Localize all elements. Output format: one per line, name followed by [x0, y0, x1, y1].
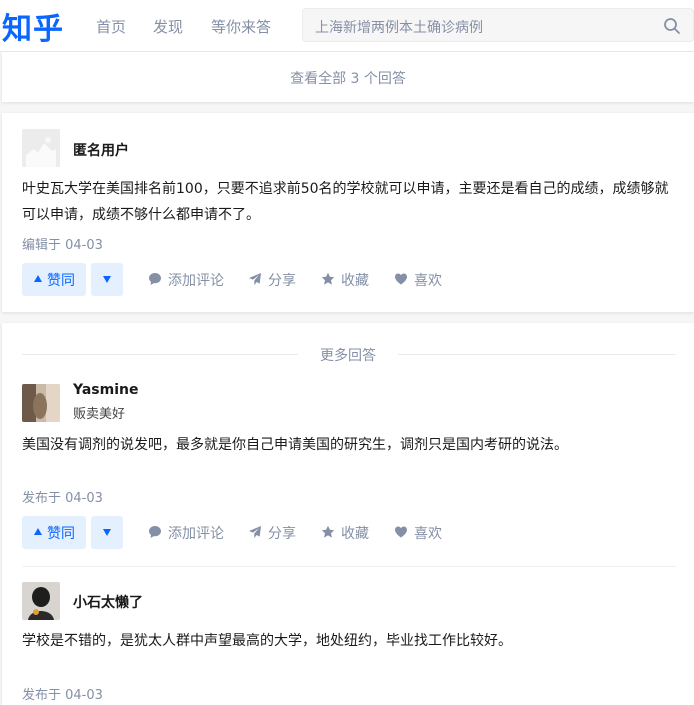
downvote-button[interactable]	[91, 263, 123, 296]
nav-discover[interactable]: 发现	[153, 16, 183, 37]
avatar[interactable]	[22, 582, 60, 620]
upvote-label: 赞同	[47, 273, 75, 289]
downvote-button[interactable]	[91, 516, 123, 549]
favorite-label: 收藏	[341, 273, 369, 289]
answer-card: 匿名用户 叶史瓦大学在美国排名前100，只要不追求前50名的学校就可以申请，主要…	[2, 113, 694, 312]
search-placeholder: 上海新增两例本土确诊病例	[315, 20, 483, 36]
search-input[interactable]: 上海新增两例本土确诊病例	[302, 8, 694, 42]
answer-date[interactable]: 发布于 04-03	[22, 487, 103, 506]
caret-up-icon	[34, 528, 42, 535]
zhihu-logo[interactable]: 知乎	[2, 4, 64, 48]
share-icon	[249, 526, 261, 538]
comment-label: 添加评论	[168, 526, 224, 542]
star-icon	[321, 272, 335, 285]
comment-icon	[149, 526, 161, 538]
author-name[interactable]: Yasmine	[73, 382, 138, 398]
author-name[interactable]: 小石太懒了	[73, 592, 143, 612]
answer-content: 学校是不错的，是犹太人群中声望最高的大学，地处纽约，毕业找工作比较好。	[22, 633, 512, 649]
author-name[interactable]: 匿名用户	[73, 140, 129, 160]
user-photo-icon	[22, 582, 60, 620]
user-photo-icon	[22, 384, 60, 422]
author-bio: 贩卖美好	[73, 407, 126, 422]
answer-content: 美国没有调剂的说发吧，最多就是你自己申请美国的研究生，调剂只是国内考研的说法。	[22, 437, 568, 453]
top-header: 知乎 首页 发现 等你来答 上海新增两例本土确诊病例	[0, 0, 694, 52]
avatar[interactable]	[22, 384, 60, 422]
upvote-label: 赞同	[47, 526, 75, 542]
comment-icon	[149, 273, 161, 285]
nav-waiting-answers[interactable]: 等你来答	[211, 16, 271, 37]
upvote-button[interactable]: 赞同	[22, 516, 86, 549]
upvote-button[interactable]: 赞同	[22, 263, 86, 296]
avatar[interactable]	[22, 129, 60, 167]
answer-divider	[22, 566, 676, 567]
like-label: 喜欢	[414, 273, 442, 289]
like-label: 喜欢	[414, 526, 442, 542]
search-icon[interactable]	[663, 17, 681, 35]
share-label: 分享	[268, 526, 296, 542]
anonymous-avatar-icon	[22, 129, 60, 167]
star-icon	[321, 525, 335, 538]
divider-line	[398, 354, 676, 355]
heart-icon	[395, 273, 407, 285]
nav-home[interactable]: 首页	[96, 16, 126, 37]
heart-icon	[395, 526, 407, 538]
caret-down-icon	[103, 529, 111, 536]
caret-down-icon	[103, 276, 111, 283]
answer-date[interactable]: 发布于 04-03	[22, 684, 103, 703]
view-all-answers-link[interactable]: 查看全部 3 个回答	[2, 68, 694, 88]
share-label: 分享	[268, 273, 296, 289]
view-all-answers-card[interactable]: 查看全部 3 个回答	[2, 52, 694, 102]
caret-up-icon	[34, 275, 42, 282]
answer-content: 叶史瓦大学在美国排名前100，只要不追求前50名的学校就可以申请，主要还是看自己…	[22, 181, 669, 223]
answer-date[interactable]: 编辑于 04-03	[22, 234, 103, 253]
more-answers-heading: 更多回答	[320, 348, 376, 364]
comment-label: 添加评论	[168, 273, 224, 289]
more-answers-card: 更多回答 Yasmine 贩卖美好 美国没有调剂的说发吧，最多就是你自己申请美国…	[2, 323, 694, 705]
share-icon	[249, 273, 261, 285]
favorite-label: 收藏	[341, 526, 369, 542]
